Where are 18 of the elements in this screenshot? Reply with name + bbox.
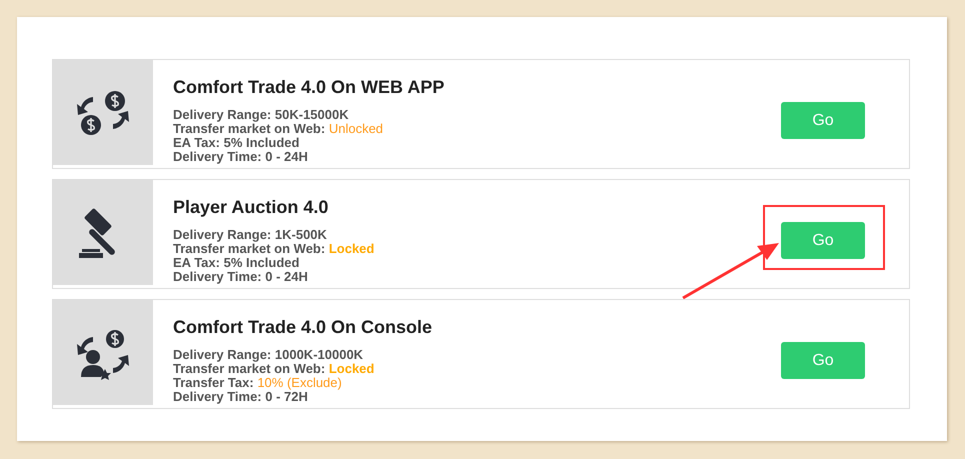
detail-line: Transfer Tax: 10% (Exclude) — [173, 376, 343, 390]
offer-title: Comfort Trade 4.0 On Console — [173, 317, 434, 338]
detail-line: Delivery Range: 50K-15000K — [173, 108, 350, 122]
go-button[interactable]: Go — [781, 102, 865, 139]
detail-line: Delivery Range: 1K-500K — [173, 228, 328, 242]
detail-line: EA Tax: 5% Included — [173, 256, 300, 270]
detail-line: Delivery Time: 0 - 24H — [173, 270, 309, 284]
detail-line: EA Tax: 5% Included — [173, 136, 300, 150]
detail-line: Transfer market on Web: Locked — [173, 362, 376, 376]
detail-line: Delivery Time: 0 - 24H — [173, 150, 309, 164]
go-button[interactable]: Go — [781, 222, 865, 259]
go-button[interactable]: Go — [781, 342, 865, 379]
detail-line: Transfer market on Web: Unlocked — [173, 122, 384, 136]
detail-line: Delivery Range: 1000K-10000K — [173, 348, 364, 362]
detail-line: Delivery Time: 0 - 72H — [173, 390, 308, 404]
detail-line: Transfer market on Web: Locked — [173, 242, 376, 256]
offer-title: Comfort Trade 4.0 On WEB APP — [173, 77, 446, 98]
offer-title: Player Auction 4.0 — [173, 197, 330, 218]
